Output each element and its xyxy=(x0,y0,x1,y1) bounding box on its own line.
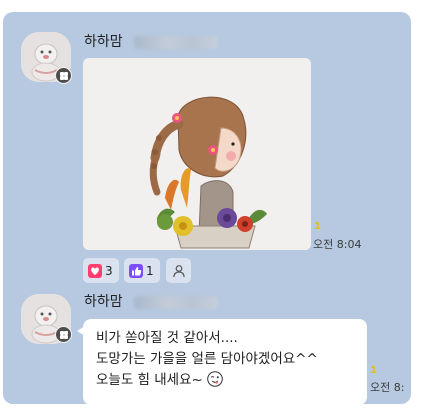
message-line: 비가 쏟아질 것 같아서.... xyxy=(96,330,238,346)
unread-count: 1 xyxy=(314,221,321,232)
multi-profile-badge-icon xyxy=(55,67,72,84)
sender-name: 하하맘 xyxy=(84,34,123,50)
reaction-add-person[interactable] xyxy=(166,258,191,283)
message-bubble[interactable]: 비가 쏟아질 것 같아서.... 도망가는 가을을 얼른 담아야겠어요^^ 오늘… xyxy=(83,319,367,404)
winking-face-emoji xyxy=(207,371,223,387)
reaction-count: 3 xyxy=(105,263,113,278)
message-time: 오전 8:04 xyxy=(313,238,362,251)
message-line: 도망가는 가을을 얼른 담아야겠어요^^ xyxy=(96,351,318,367)
shared-photo[interactable] xyxy=(83,58,311,250)
message-line-with-emoji: 오늘도 힘 내세요~ xyxy=(96,370,357,391)
message-time: 오전 8: xyxy=(370,381,405,394)
girl-flower-basket-drawing xyxy=(83,58,311,250)
multi-profile-badge-icon xyxy=(55,326,72,343)
heart-icon xyxy=(88,263,102,278)
reaction-heart[interactable]: 3 xyxy=(83,258,119,283)
person-icon xyxy=(172,264,186,278)
sender-name: 하하맘 xyxy=(84,294,123,310)
unread-count: 1 xyxy=(370,365,377,376)
blurred-name-suffix xyxy=(134,296,218,309)
message-line: 오늘도 힘 내세요~ xyxy=(96,372,203,388)
chat-panel: 하하맘 1 오전 8:04 3 1 하하맘 비가 쏟아질 것 같아서.... 도… xyxy=(3,12,411,404)
reaction-count: 1 xyxy=(146,263,154,278)
thumbs-up-icon xyxy=(129,263,143,278)
reaction-like[interactable]: 1 xyxy=(124,258,160,283)
blurred-name-suffix xyxy=(134,36,218,49)
